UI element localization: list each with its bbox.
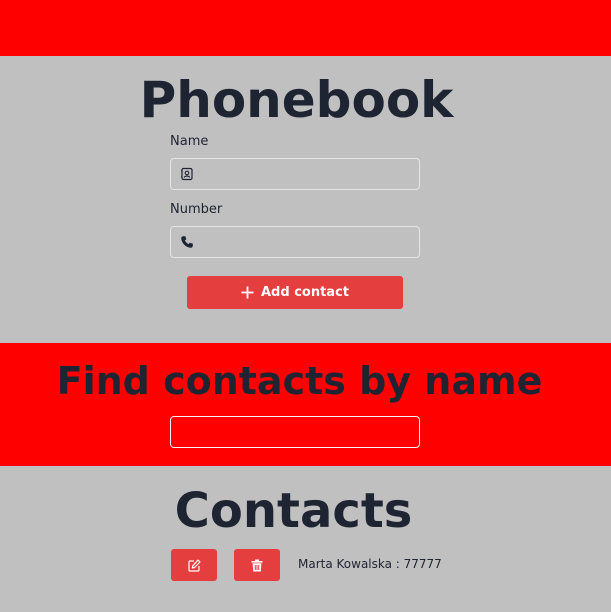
delete-contact-button[interactable] — [234, 549, 280, 581]
trash-icon — [251, 559, 263, 571]
number-input[interactable] — [199, 227, 415, 259]
top-banner — [0, 0, 611, 56]
number-field[interactable] — [170, 226, 420, 259]
name-label: Name — [170, 134, 209, 149]
edit-icon — [187, 558, 201, 572]
contact-list-item: Marta Kowalska : 77777 — [171, 549, 471, 581]
number-label: Number — [170, 202, 223, 217]
name-field[interactable] — [170, 158, 420, 191]
name-input[interactable] — [199, 159, 415, 191]
contacts-title: Contacts — [174, 483, 413, 539]
page-title: Phonebook — [139, 71, 454, 129]
edit-contact-button[interactable] — [171, 549, 217, 581]
add-contact-label: Add contact — [261, 285, 349, 300]
phone-icon — [181, 236, 193, 248]
add-contact-button[interactable]: Add contact — [187, 276, 403, 309]
contact-card-icon — [181, 167, 193, 181]
plus-icon — [241, 286, 254, 299]
filter-input[interactable] — [170, 416, 420, 448]
contact-entry-text: Marta Kowalska : 77777 — [298, 557, 442, 571]
filter-title: Find contacts by name — [56, 359, 543, 403]
